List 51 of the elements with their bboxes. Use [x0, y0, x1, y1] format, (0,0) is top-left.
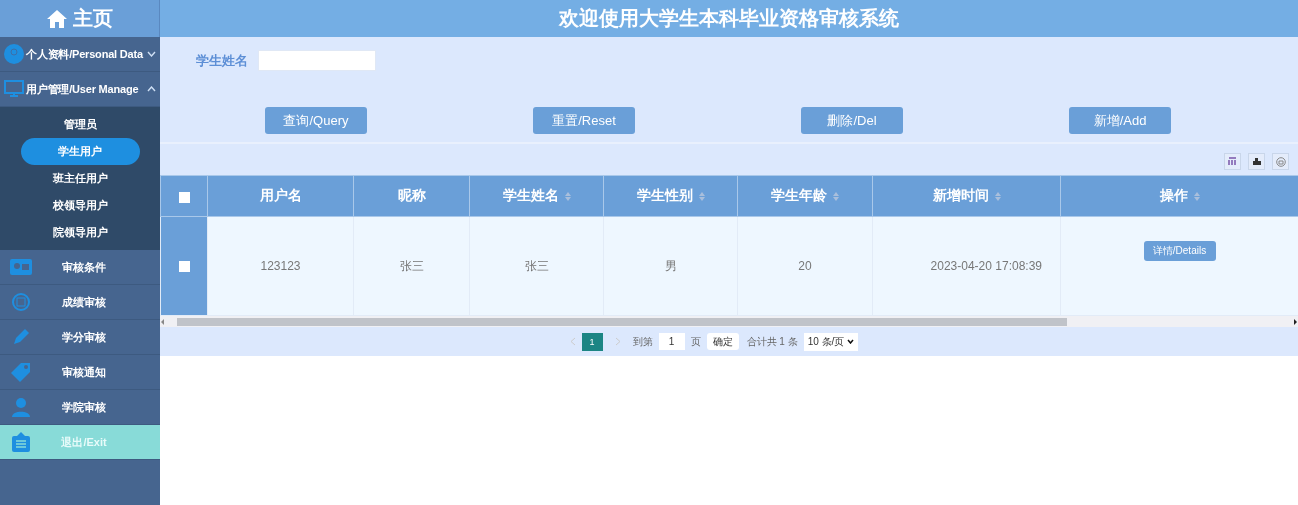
column-header: 用户名: [259, 187, 302, 203]
submenu-item[interactable]: 管理员: [20, 111, 140, 138]
table-cell: 张三: [524, 258, 549, 273]
scroll-right-icon[interactable]: [1292, 318, 1298, 325]
scrollbar-thumb[interactable]: [177, 317, 1067, 326]
sort-icon[interactable]: [994, 191, 1001, 201]
circle-icon: [10, 292, 32, 312]
sort-icon[interactable]: [698, 191, 705, 201]
table-cell: 123123: [260, 259, 301, 273]
search-label: 学生姓名: [196, 51, 248, 70]
chevron-up-icon: [147, 86, 156, 92]
submenu-item[interactable]: 班主任用户: [20, 165, 140, 192]
sort-icon[interactable]: [564, 191, 571, 201]
sidebar-group[interactable]: 个人资料/Personal Data: [0, 37, 160, 72]
page-size-select[interactable]: 10 条/页: [803, 332, 859, 351]
table-cell: 2023-04-20 17:08:39: [930, 259, 1042, 273]
confirm-button[interactable]: 确定: [706, 333, 739, 350]
select-all-checkbox[interactable]: [178, 191, 190, 203]
dropdown-caret-icon: [847, 339, 855, 344]
document-icon: [10, 432, 32, 452]
menu-item[interactable]: 审核条件: [0, 250, 160, 285]
tag-icon: [10, 362, 32, 382]
column-header: 昵称: [397, 187, 426, 203]
previous-page-icon[interactable]: [569, 337, 576, 346]
goto-label: 到第: [632, 334, 653, 349]
chevron-down-icon: [147, 51, 156, 57]
page-title: 欢迎使用大学生本科毕业资格审核系统: [559, 6, 899, 31]
submenu-item[interactable]: 学生用户: [20, 138, 140, 165]
print-icon[interactable]: [1272, 153, 1289, 170]
submenu-item[interactable]: 校领导用户: [20, 192, 140, 219]
next-page-icon[interactable]: [614, 337, 621, 346]
row-checkbox[interactable]: [178, 261, 190, 273]
submenu-item[interactable]: 院领导用户: [20, 219, 140, 246]
total-count: 合计共 1 条: [746, 334, 798, 349]
table-cell: 20: [798, 259, 812, 273]
menu-item[interactable]: 审核通知: [0, 355, 160, 390]
monitor-icon: [4, 80, 24, 98]
page-button[interactable]: 1: [581, 332, 603, 351]
search-field[interactable]: [258, 50, 376, 71]
home-icon: [46, 9, 67, 28]
people-icon: [10, 397, 32, 417]
table-cell: 张三: [399, 258, 424, 273]
columns-icon[interactable]: [1224, 153, 1241, 170]
id-card-icon: [10, 259, 32, 275]
page-unit-label: 页: [690, 334, 701, 349]
table-cell: 男: [664, 258, 677, 273]
sort-icon[interactable]: [833, 191, 839, 201]
sort-icon[interactable]: [1193, 191, 1200, 201]
menu-item[interactable]: 成绩审核: [0, 285, 160, 320]
page-number-field[interactable]: 1: [658, 333, 685, 350]
export-icon[interactable]: [1248, 153, 1265, 170]
